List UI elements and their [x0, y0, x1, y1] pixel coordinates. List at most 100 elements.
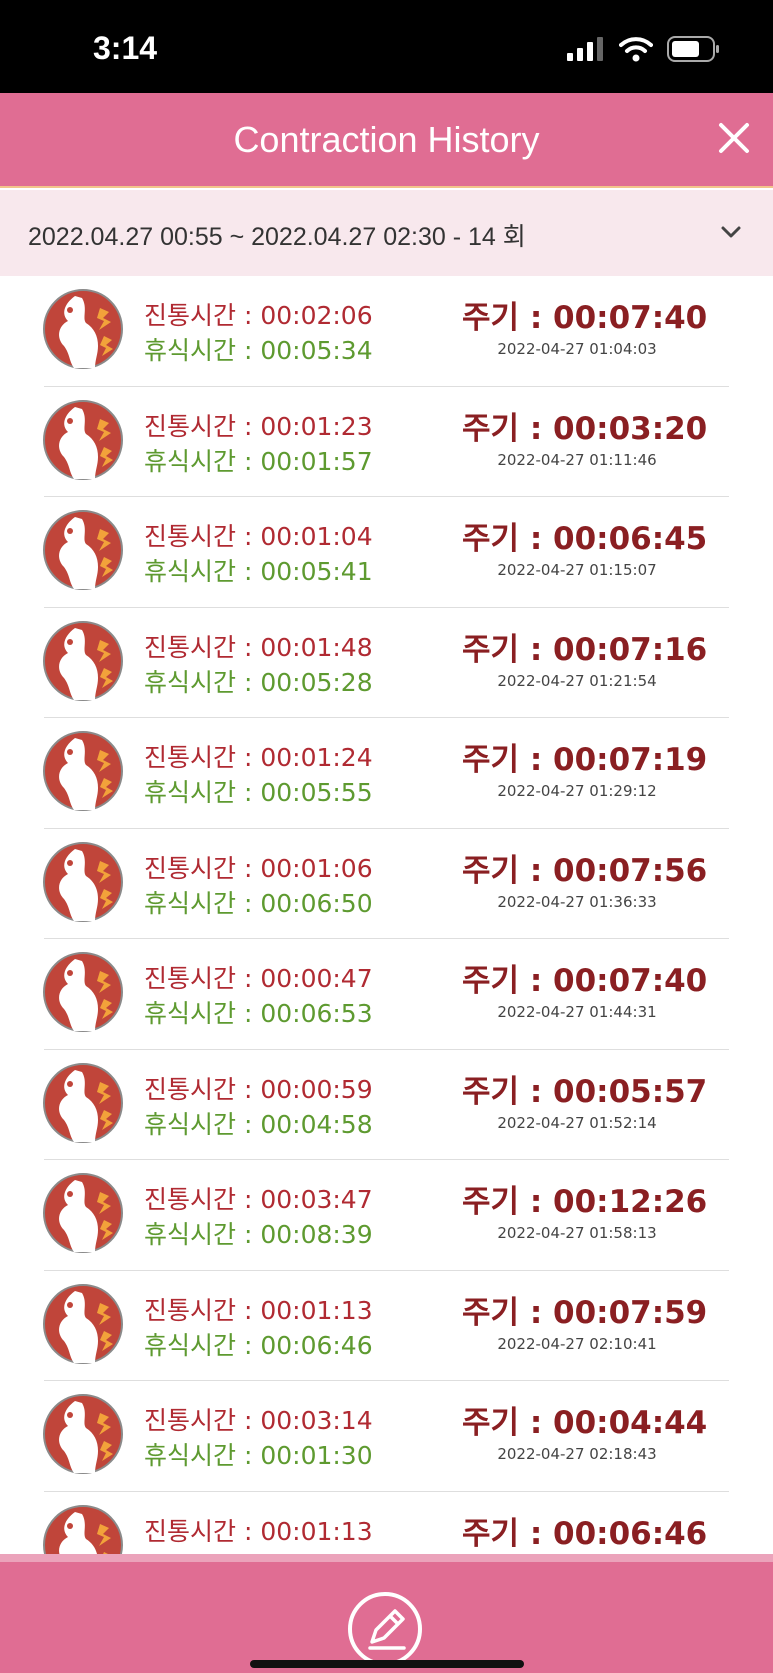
period-value: 00:07:59 [553, 1294, 708, 1331]
rest-value: 00:05:41 [260, 557, 373, 586]
rest-label: 휴식시간 : [144, 1441, 261, 1470]
close-button[interactable] [713, 117, 755, 159]
contraction-time: 진통시간 : 00:03:47 [144, 1180, 373, 1216]
record-timestamp: 2022-04-27 01:52:14 [497, 1113, 657, 1132]
pregnant-belly-icon [43, 841, 123, 922]
record-timestamp: 2022-04-27 01:44:31 [497, 1003, 657, 1021]
period-value: 00:04:44 [553, 1405, 708, 1441]
status-time: 3:14 [93, 30, 158, 66]
list-item[interactable]: 진통시간 : 00:02:06 휴식시간 : 00:05:34 주기 : 00:… [43, 276, 729, 387]
period-label: 주기 : [462, 521, 554, 557]
contraction-label: 진통시간 : [144, 1406, 261, 1435]
rest-time: 휴식시간 : 00:06:46 [144, 1326, 373, 1362]
contraction-list[interactable]: 진통시간 : 00:02:06 휴식시간 : 00:05:34 주기 : 00:… [0, 276, 773, 1554]
list-item[interactable]: 진통시간 : 00:01:06 휴식시간 : 00:06:50 주기 : 00:… [43, 829, 729, 939]
rest-label: 휴식시간 : [144, 1109, 261, 1139]
rest-label: 휴식시간 : [144, 557, 261, 586]
pregnant-belly-icon [43, 952, 123, 1032]
rest-value: 00:05:55 [260, 778, 373, 807]
period-time: 주기 : 00:06:46 [462, 1508, 707, 1553]
period-value: 00:06:45 [553, 521, 708, 557]
pregnant-belly-icon [43, 731, 123, 811]
rest-time: 휴식시간 : 00:08:39 [144, 1215, 373, 1251]
record-timestamp: 2022-04-27 01:58:13 [497, 1224, 657, 1242]
period-value: 00:07:16 [553, 631, 708, 668]
contraction-value: 00:01:04 [260, 522, 373, 551]
rest-time: 휴식시간 : 00:01:57 [144, 442, 373, 478]
rest-value: 00:01:57 [260, 446, 373, 476]
period-label: 주기 : [462, 1294, 554, 1331]
contraction-time: 진통시간 : 00:03:14 [144, 1401, 373, 1437]
contraction-time: 진통시간 : 00:01:04 [144, 517, 373, 553]
contraction-value: 00:00:47 [260, 964, 373, 993]
contraction-time: 진통시간 : 00:01:48 [144, 628, 373, 664]
contraction-value: 00:00:59 [260, 1074, 373, 1104]
list-item[interactable]: 진통시간 : 00:01:23 휴식시간 : 00:01:57 주기 : 00:… [43, 387, 729, 497]
contraction-time: 진통시간 : 00:01:06 [144, 849, 373, 885]
contraction-value: 00:01:48 [260, 632, 373, 662]
rest-value: 00:06:53 [260, 999, 373, 1028]
contraction-value: 00:01:13 [260, 1295, 373, 1325]
rest-label: 휴식시간 : [144, 1330, 261, 1360]
rest-time: 휴식시간 : 00:05:28 [144, 663, 373, 699]
period-time: 주기 : 00:07:16 [462, 624, 707, 669]
date-range-selector[interactable]: 2022.04.27 00:55 ~ 2022.04.27 02:30 - 14… [0, 190, 773, 276]
record-timestamp: 2022-04-27 01:11:46 [497, 450, 657, 469]
pencil-icon [348, 1592, 422, 1666]
contraction-time: 진통시간 : 00:00:59 [144, 1070, 373, 1106]
pregnant-belly-icon [43, 510, 123, 590]
period-time: 주기 : 00:12:26 [462, 1176, 707, 1221]
rest-value: 00:06:50 [260, 888, 373, 918]
record-timestamp: 2022-04-27 01:21:54 [497, 671, 657, 690]
rest-time: 휴식시간 : 00:04:58 [144, 1105, 373, 1141]
contraction-time: 진통시간 : 00:01:23 [144, 407, 373, 443]
period-label: 주기 : [462, 742, 554, 778]
contraction-value: 00:03:47 [260, 1185, 373, 1214]
contraction-time: 진통시간 : 00:01:24 [144, 738, 373, 774]
period-value: 00:07:40 [553, 300, 708, 336]
period-label: 주기 : [462, 1184, 554, 1220]
chevron-down-icon [721, 226, 741, 238]
contraction-label: 진통시간 : [144, 632, 261, 662]
period-label: 주기 : [462, 410, 554, 447]
list-item[interactable]: 진통시간 : 00:00:59 휴식시간 : 00:04:58 주기 : 00:… [43, 1050, 729, 1160]
period-time: 주기 : 00:03:20 [462, 403, 707, 448]
rest-label: 휴식시간 : [144, 667, 261, 697]
list-item[interactable]: 진통시간 : 00:03:14 휴식시간 : 00:01:30 주기 : 00:… [43, 1381, 729, 1492]
period-time: 주기 : 00:07:56 [462, 845, 707, 890]
rest-time: 휴식시간 : 00:05:41 [144, 552, 373, 588]
rest-time: 휴식시간 : 00:05:34 [144, 331, 373, 367]
rest-label: 휴식시간 : [144, 778, 261, 807]
contraction-time: 진통시간 : 00:00:47 [144, 959, 373, 995]
period-value: 00:12:26 [553, 1184, 708, 1220]
period-value: 00:06:46 [553, 1515, 708, 1552]
period-value: 00:07:19 [553, 742, 708, 778]
pregnant-belly-icon [43, 1173, 123, 1253]
rest-time: 휴식시간 : 00:06:53 [144, 994, 373, 1030]
list-item[interactable]: 진통시간 : 00:01:48 휴식시간 : 00:05:28 주기 : 00:… [43, 608, 729, 718]
edit-button[interactable] [346, 1590, 424, 1668]
list-item[interactable]: 진통시간 : 00:00:47 휴식시간 : 00:06:53 주기 : 00:… [43, 939, 729, 1050]
contraction-value: 00:01:06 [260, 853, 373, 883]
rest-label: 휴식시간 : [144, 446, 261, 476]
contraction-value: 00:03:14 [260, 1406, 373, 1435]
rest-time: 휴식시간 : 00:05:55 [144, 773, 373, 809]
contraction-value: 00:02:06 [260, 301, 373, 330]
contraction-time: 진통시간 : 00:02:06 [144, 296, 373, 332]
list-item[interactable]: 진통시간 : 00:01:13 휴식시간 : 00:06:46 주기 : 00:… [43, 1271, 729, 1381]
period-value: 00:05:57 [553, 1073, 708, 1110]
period-label: 주기 : [462, 1405, 554, 1441]
rest-time: 휴식시간 : 00:06:50 [144, 884, 373, 920]
contraction-label: 진통시간 : [144, 1295, 261, 1325]
list-item[interactable]: 진통시간 : 00:01:04 휴식시간 : 00:05:41 주기 : 00:… [43, 497, 729, 608]
list-item[interactable]: 진통시간 : 00:03:47 휴식시간 : 00:08:39 주기 : 00:… [43, 1160, 729, 1271]
list-item[interactable]: 진통시간 : 00:01:13 주기 : 00:06:46 [43, 1492, 729, 1554]
record-timestamp: 2022-04-27 01:29:12 [497, 782, 657, 800]
record-timestamp: 2022-04-27 01:04:03 [497, 340, 657, 358]
record-timestamp: 2022-04-27 01:36:33 [497, 892, 657, 911]
bottom-bar [0, 1554, 773, 1673]
period-value: 00:03:20 [553, 410, 708, 447]
list-item[interactable]: 진통시간 : 00:01:24 휴식시간 : 00:05:55 주기 : 00:… [43, 718, 729, 829]
signal-icon [567, 37, 603, 61]
rest-label: 휴식시간 : [144, 336, 261, 365]
